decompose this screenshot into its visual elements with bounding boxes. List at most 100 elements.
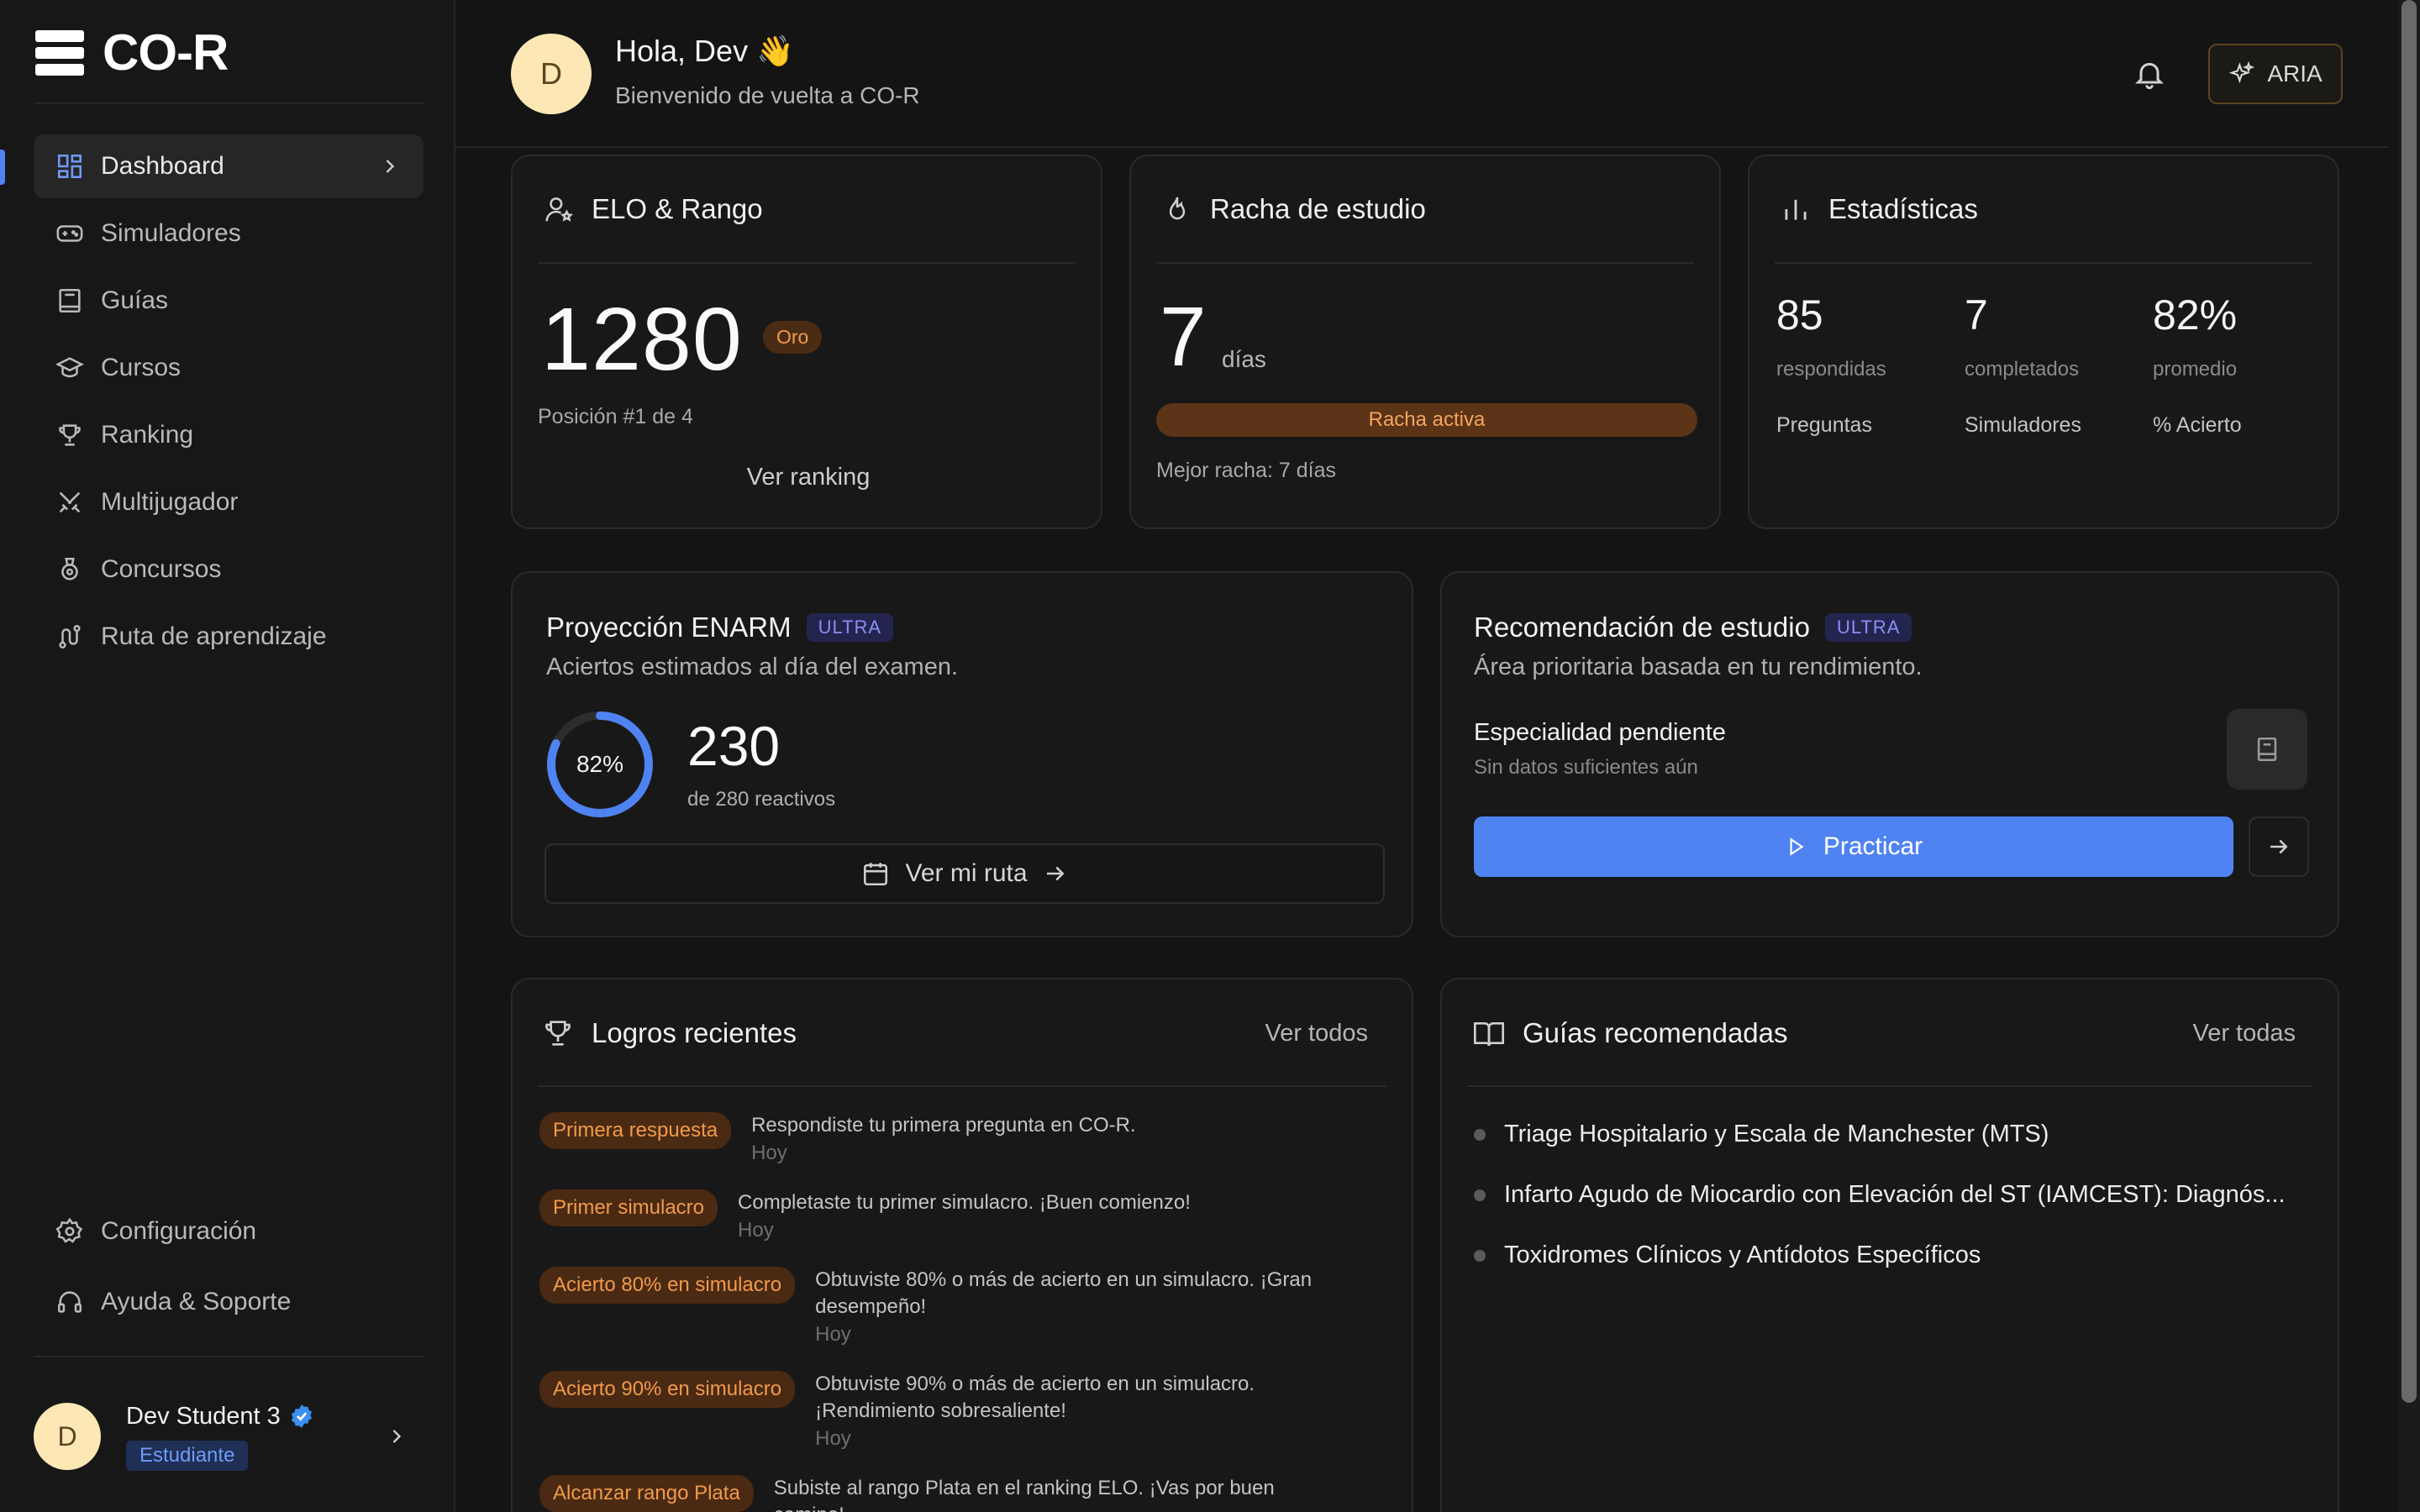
app-logo[interactable]: CO-R [35,24,229,81]
achievement-badge: Acierto 80% en simulacro [539,1267,796,1304]
medal-icon [61,557,78,580]
view-route-button[interactable]: Ver mi ruta [544,843,1385,904]
sidebar-item-simuladores[interactable]: Simuladores [34,202,424,265]
ultra-badge: ULTRA [1824,613,1912,642]
achievement-description: Obtuviste 90% o más de acierto en un sim… [815,1373,1255,1422]
gamepad-icon [56,225,83,242]
card-header: Guías recomendadas [1472,1016,1788,1050]
sidebar-item-ruta[interactable]: Ruta de aprendizaje [34,605,424,669]
achievement-text: Subiste al rango Plata en el ranking ELO… [774,1475,1312,1512]
next-arrow-button[interactable] [2249,816,2309,877]
role-badge: Estudiante [126,1440,249,1471]
sidebar-item-label: Guías [101,286,169,314]
sidebar-item-label: Cursos [101,354,182,381]
guide-item[interactable]: Toxidromes Clínicos y Antídotos Específi… [1474,1242,1981,1269]
card-divider [1156,262,1694,264]
trophy-icon [59,424,81,446]
card-header: Racha de estudio [1161,193,1426,225]
bullet-dot [1474,1189,1486,1201]
user-profile-card[interactable]: D Dev Student 3 Estudiante [34,1386,424,1487]
sidebar-item-concursos[interactable]: Concursos [34,538,424,601]
chevron-right-icon[interactable] [385,1425,408,1448]
sidebar-item-label: Configuración [101,1217,257,1245]
chevron-right-icon [386,160,395,173]
achievement-text: Obtuviste 80% o más de acierto en un sim… [815,1267,1370,1349]
sidebar-item-multijugador[interactable]: Multijugador [34,470,424,534]
stats-card: Estadísticas 85 respondidas Preguntas 7 … [1748,155,2339,529]
streak-unit: días [1222,346,1266,372]
achievement-time: Hoy [738,1219,774,1242]
sidebar-item-configuracion[interactable]: Configuración [34,1198,424,1265]
guide-item[interactable]: Infarto Agudo de Miocardio con Elevación… [1474,1181,2286,1209]
achievement-time: Hoy [815,1427,851,1450]
achievements-card: Logros recientes Ver todos Primera respu… [511,978,1413,1512]
sparkles-icon [2229,60,2255,84]
achievement-time: Hoy [815,1323,851,1346]
sidebar-item-cursos[interactable]: Cursos [34,336,424,400]
aria-label: ARIA [2267,60,2323,87]
avatar[interactable]: D [511,34,592,114]
calendar-icon [864,863,888,886]
verified-icon [291,1404,312,1428]
achievement-badge: Primera respuesta [539,1112,732,1149]
sidebar-item-label: Dashboard [101,152,224,180]
button-label: Practicar [1823,832,1923,860]
card-title: Proyección ENARM [546,612,792,643]
view-ranking-link[interactable]: Ver ranking [513,464,1104,491]
sidebar-item-label: Simuladores [101,219,241,247]
graduation-cap-icon [55,357,84,378]
streak-days: 7 [1160,290,1207,384]
sidebar-item-guias[interactable]: Guías [34,269,424,333]
user-star-icon [545,197,574,222]
achievement-text: Completaste tu primer simulacro. ¡Buen c… [738,1189,1191,1245]
scrollbar-thumb[interactable] [2402,0,2417,1403]
bar-chart-icon [1785,199,1807,220]
sidebar-item-label: Multijugador [101,488,239,516]
route-icon [59,624,81,649]
swords-icon [59,491,81,513]
card-header: ELO & Rango [543,193,763,225]
card-divider [538,262,1076,264]
active-indicator [0,150,5,185]
sidebar-divider [34,102,424,104]
achievement-time: Hoy [751,1142,787,1164]
stat-preguntas: 85 respondidas Preguntas [1776,291,1886,438]
achievement-description: Respondiste tu primera pregunta en CO-R. [751,1114,1136,1137]
logo-text: CO-R [103,24,229,81]
arrow-right-icon [1046,866,1065,881]
avatar: D [34,1403,101,1470]
headphones-icon [57,1291,82,1313]
greeting-subtitle: Bienvenido de vuelta a CO-R [615,82,920,108]
recommendation-item-subtitle: Sin datos suficientes aún [1474,756,1698,779]
achievement-badge: Acierto 90% en simulacro [539,1371,796,1408]
ultra-badge: ULTRA [806,613,894,642]
best-streak: Mejor racha: 7 días [1156,459,1336,482]
card-title: Recomendación de estudio [1474,612,1810,643]
elo-value: 1280 [541,290,743,389]
achievement-description: Completaste tu primer simulacro. ¡Buen c… [738,1191,1191,1214]
achievement-item: Acierto 90% en simulacro Obtuviste 90% o… [539,1371,1336,1453]
sidebar-item-dashboard[interactable]: Dashboard [34,134,424,198]
guides-card: Guías recomendadas Ver todas Triage Hosp… [1440,978,2339,1512]
card-header: Estadísticas [1780,193,1978,225]
see-all-achievements-link[interactable]: Ver todos [1265,1020,1368,1047]
achievement-description: Obtuviste 80% o más de acierto en un sim… [815,1268,1313,1318]
aria-button[interactable]: ARIA [2208,44,2343,104]
see-all-guides-link[interactable]: Ver todas [2192,1020,2296,1047]
stat-value: 7 [1965,291,1988,339]
sidebar-item-label: Ruta de aprendizaje [101,622,327,650]
practice-button[interactable]: Practicar [1474,816,2233,877]
sidebar-item-label: Ranking [101,421,194,449]
bell-icon[interactable] [2133,57,2166,91]
card-divider [1775,262,2312,264]
guide-title: Triage Hospitalario y Escala de Manchest… [1504,1121,2049,1147]
sidebar-item-ayuda[interactable]: Ayuda & Soporte [34,1268,424,1336]
open-book-icon [1474,1022,1504,1047]
progress-percent: 82% [576,751,624,777]
button-label: Ver mi ruta [905,859,1028,887]
achievement-text: Respondiste tu primera pregunta en CO-R.… [751,1112,1136,1168]
sidebar-item-ranking[interactable]: Ranking [34,403,424,467]
bullet-dot [1474,1128,1486,1141]
guide-item[interactable]: Triage Hospitalario y Escala de Manchest… [1474,1121,2049,1148]
user-name: Dev Student 3 [126,1402,281,1430]
